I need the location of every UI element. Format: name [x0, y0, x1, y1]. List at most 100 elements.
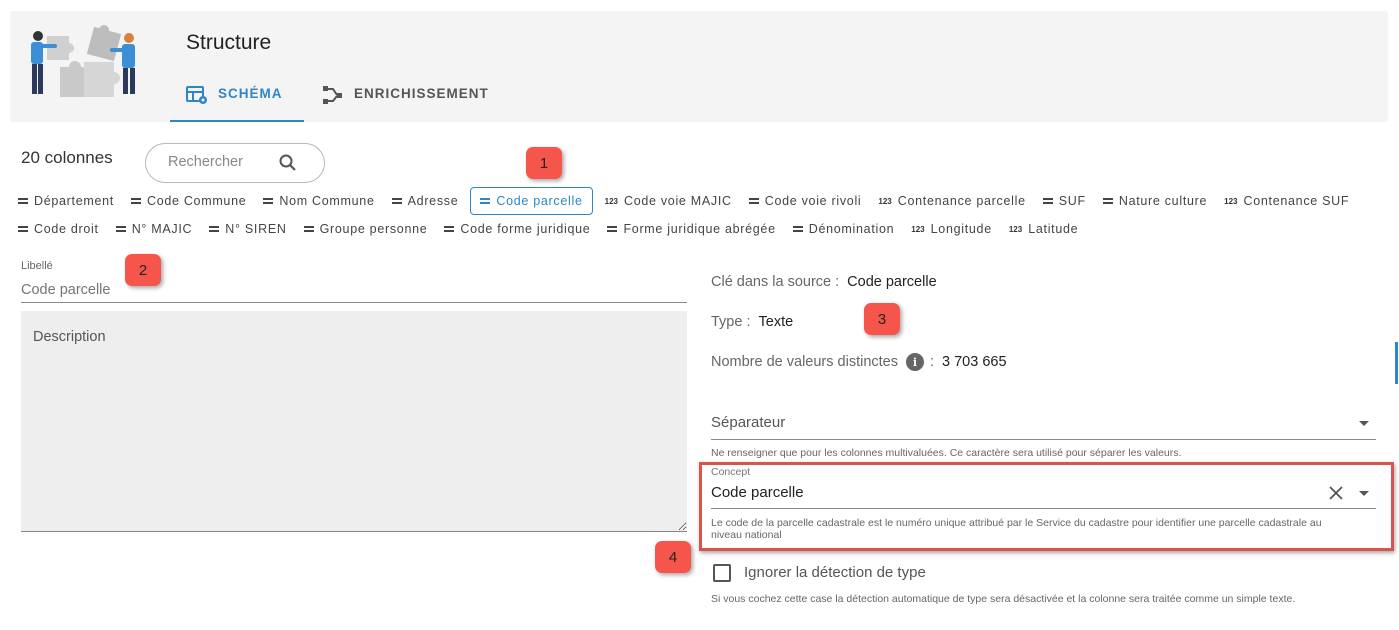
tab-schema-label: SCHÉMA	[218, 86, 283, 101]
column-chip-label: Code Commune	[146, 194, 247, 208]
column-chip[interactable]: Groupe personne	[299, 215, 433, 243]
search-input[interactable]	[168, 154, 278, 170]
column-chip[interactable]: Code forme juridique	[439, 215, 595, 243]
scroll-indicator[interactable]	[1395, 342, 1398, 384]
column-chip[interactable]: Code voie rivoli	[744, 187, 867, 215]
concept-value: Code parcelle	[711, 484, 804, 501]
concept-select[interactable]: Code parcelle	[711, 479, 1376, 509]
column-chip-row: Département Code Commune Nom Commune Adress…	[18, 187, 1388, 215]
column-chip-label: Code droit	[34, 222, 99, 236]
column-chip-label: Code voie MAJIC	[623, 194, 732, 208]
column-chip[interactable]: 123 Contenance parcelle	[873, 187, 1030, 215]
search-icon[interactable]	[278, 153, 298, 173]
column-chip-label: Code forme juridique	[460, 222, 591, 236]
number-type-icon: 123	[878, 196, 892, 206]
distinct-values-value: 3 703 665	[942, 354, 1007, 370]
text-type-icon	[115, 226, 126, 232]
separator-hint: Ne renseigner que pour les colonnes mult…	[711, 447, 1182, 459]
column-chip[interactable]: 123 Contenance SUF	[1219, 187, 1354, 215]
info-icon[interactable]: i	[905, 353, 924, 371]
annotation-marker-1: 1	[526, 147, 562, 179]
source-key-label: Clé dans la source :	[711, 274, 840, 290]
chevron-down-icon[interactable]	[1359, 491, 1369, 496]
column-chip-label: Nature culture	[1118, 194, 1208, 208]
page-title: Structure	[186, 31, 272, 54]
column-chip[interactable]: 123 Longitude	[906, 215, 997, 243]
concept-hint: Le code de la parcelle cadastrale est le…	[711, 517, 1322, 541]
distinct-values-sep: :	[929, 354, 935, 370]
column-chip[interactable]: Nom Commune	[258, 187, 379, 215]
libelle-label: Libellé	[21, 260, 53, 272]
column-chip-label: Forme juridique abrégée	[623, 222, 776, 236]
column-chip-row: Code droit N° MAJIC N° SIREN Groupe personn…	[18, 215, 1388, 243]
column-chip[interactable]: SUF	[1038, 187, 1091, 215]
column-chip-label: Adresse	[407, 194, 459, 208]
column-chip[interactable]: 123 Code voie MAJIC	[600, 187, 737, 215]
column-chip-label: Latitude	[1028, 222, 1079, 236]
text-type-icon	[130, 198, 141, 204]
ignore-type-hint: Si vous cochez cette case la détection a…	[711, 593, 1296, 605]
column-chip-label: Code voie rivoli	[764, 194, 862, 208]
separator-select[interactable]: Séparateur	[711, 408, 1376, 440]
text-type-icon	[1102, 198, 1113, 204]
search-box[interactable]	[145, 143, 325, 183]
number-type-icon: 123	[604, 196, 618, 206]
column-chip-label: Contenance parcelle	[897, 194, 1026, 208]
close-icon[interactable]	[1326, 483, 1346, 503]
column-chip[interactable]: Département	[18, 187, 119, 215]
libelle-input[interactable]	[21, 277, 687, 303]
ignore-type-checkbox[interactable]	[713, 564, 731, 582]
number-type-icon: 123	[911, 224, 925, 234]
text-type-icon	[607, 226, 618, 232]
graph-branch-icon	[323, 86, 342, 104]
text-type-icon	[391, 198, 402, 204]
text-type-icon	[18, 198, 28, 204]
text-type-icon	[303, 226, 314, 232]
annotation-marker-3: 3	[864, 303, 900, 335]
column-chip[interactable]: Code parcelle	[470, 187, 593, 215]
separator-label: Séparateur	[711, 414, 786, 431]
column-chip-label: SUF	[1058, 194, 1086, 208]
text-type-icon	[444, 226, 455, 232]
column-chip-label: Contenance SUF	[1243, 194, 1350, 208]
type-row: Type : Texte	[711, 314, 793, 330]
column-chip-label: Dénomination	[808, 222, 895, 236]
tab-schema[interactable]: SCHÉMA	[170, 86, 304, 122]
column-chip[interactable]: Code droit	[18, 215, 104, 243]
column-chip[interactable]: N° SIREN	[204, 215, 291, 243]
tab-enrichissement-label: ENRICHISSEMENT	[354, 86, 489, 101]
column-chip-list: Département Code Commune Nom Commune Adress…	[18, 187, 1388, 243]
column-chip[interactable]: 123 Latitude	[1004, 215, 1083, 243]
column-chip-label: Département	[34, 194, 114, 208]
column-chip[interactable]: N° MAJIC	[111, 215, 198, 243]
tab-enrichissement[interactable]: ENRICHISSEMENT	[320, 86, 510, 122]
column-chip-label: Longitude	[930, 222, 992, 236]
ignore-type-label[interactable]: Ignorer la détection de type	[744, 564, 926, 581]
column-chip[interactable]: Forme juridique abrégée	[602, 215, 780, 243]
type-value: Texte	[758, 314, 794, 330]
column-chip-label: Groupe personne	[319, 222, 428, 236]
type-label: Type :	[711, 314, 751, 330]
text-type-icon	[18, 226, 28, 232]
annotation-marker-4: 4	[655, 541, 691, 573]
column-chip[interactable]: Adresse	[387, 187, 464, 215]
text-type-icon	[480, 198, 491, 204]
number-type-icon: 123	[1008, 224, 1023, 234]
text-type-icon	[1042, 198, 1053, 204]
column-chip[interactable]: Nature culture	[1098, 187, 1212, 215]
concept-label: Concept	[711, 466, 751, 478]
table-settings-icon	[186, 86, 207, 104]
distinct-values-row: Nombre de valeurs distinctes i : 3 703 6…	[711, 353, 1007, 371]
distinct-values-label: Nombre de valeurs distinctes	[711, 354, 898, 370]
chevron-down-icon[interactable]	[1359, 421, 1369, 426]
column-chip-label: N° SIREN	[225, 222, 287, 236]
column-chip-label: Nom Commune	[279, 194, 375, 208]
description-textarea[interactable]	[21, 311, 687, 532]
text-type-icon	[209, 226, 220, 232]
column-chip[interactable]: Code Commune	[126, 187, 251, 215]
column-chip[interactable]: Dénomination	[788, 215, 900, 243]
number-type-icon: 123	[1224, 196, 1238, 206]
text-type-icon	[263, 198, 274, 204]
text-type-icon	[748, 198, 759, 204]
text-type-icon	[792, 226, 803, 232]
